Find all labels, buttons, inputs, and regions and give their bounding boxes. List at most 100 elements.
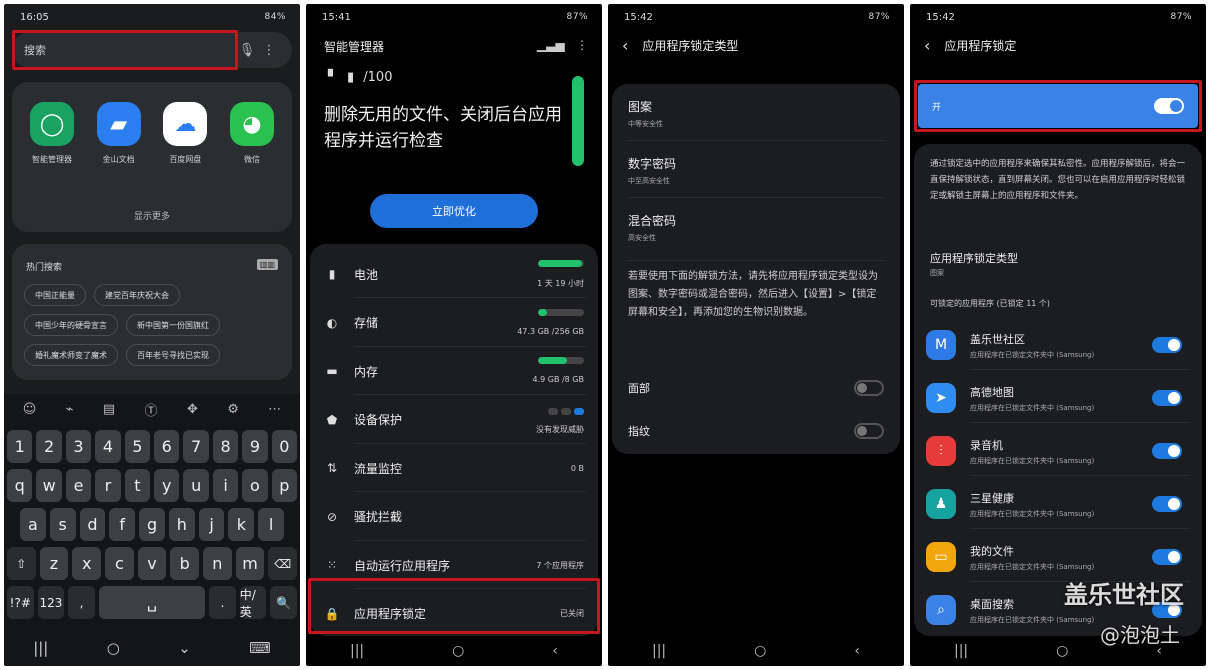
biometric-toggle-row[interactable]: 指纹 — [628, 421, 884, 441]
keyboard-tool-icon[interactable]: ⋯ — [268, 402, 281, 417]
biometric-toggle-row[interactable]: 面部 — [628, 378, 884, 398]
show-more-link[interactable]: 显示更多 — [12, 209, 292, 222]
key[interactable]: s — [49, 508, 76, 541]
key[interactable]: 0 — [271, 430, 298, 463]
lockable-app-row[interactable]: M 盖乐世社区 应用程序在已锁定文件夹中 (Samsung) — [926, 320, 1190, 370]
key[interactable]: 🔍 — [270, 586, 297, 619]
key[interactable]: 9 — [242, 430, 268, 463]
hot-search-chip[interactable]: 婚礼魔术师变了魔术 — [24, 344, 118, 366]
lock-type-title[interactable]: 应用程序锁定类型 — [930, 250, 1018, 266]
device-care-row[interactable]: ▮ 电池 1 天 19 小时 — [310, 250, 598, 298]
key[interactable]: w — [36, 469, 62, 502]
key[interactable]: m — [235, 547, 265, 580]
back-icon[interactable]: ‹ — [924, 36, 930, 55]
nav-button[interactable]: ||| — [652, 643, 666, 659]
device-care-row[interactable]: ⇅ 流量监控 0 B — [310, 444, 598, 492]
key[interactable]: 123 — [37, 586, 65, 619]
lockable-app-row[interactable]: ⫶ 录音机 应用程序在已锁定文件夹中 (Samsung) — [926, 426, 1190, 476]
app-shortcut[interactable]: ◕ 微信 — [220, 102, 284, 165]
key[interactable]: g — [139, 508, 165, 541]
toggle-switch[interactable] — [854, 423, 884, 439]
key[interactable]: !?# — [7, 586, 34, 619]
mic-icon[interactable]: 🎙 — [236, 43, 258, 58]
key[interactable]: 6 — [154, 430, 180, 463]
key[interactable]: o — [242, 469, 268, 502]
nav-button[interactable]: ⌨ — [249, 639, 271, 657]
key[interactable]: ⇧ — [7, 547, 36, 580]
key[interactable]: n — [203, 547, 232, 580]
nav-button[interactable]: ‹ — [854, 643, 860, 659]
hot-badge[interactable]: ▥▥ — [256, 259, 278, 270]
key[interactable]: . — [209, 586, 236, 619]
hot-search-chip[interactable]: 新中国第一份国旗红 — [126, 314, 220, 336]
keyboard-tool-icon[interactable]: ▤ — [103, 402, 115, 417]
key[interactable]: 1 — [7, 430, 33, 463]
nav-button[interactable]: ||| — [954, 643, 968, 659]
hot-search-chip[interactable]: 建党百年庆祝大会 — [94, 284, 180, 306]
keyboard-tool-icon[interactable]: Ⓣ — [145, 400, 158, 419]
device-care-row[interactable]: ◐ 存储 47.3 GB /256 GB — [310, 299, 598, 347]
key[interactable]: e — [65, 469, 92, 502]
app-lock-toggle[interactable] — [1152, 337, 1182, 353]
lock-type-option[interactable]: 混合密码 高安全性 — [628, 212, 884, 243]
key[interactable]: t — [124, 469, 151, 502]
device-care-row[interactable]: ▬ 内存 4.9 GB /8 GB — [310, 347, 598, 395]
keyboard-tool-icon[interactable]: ⚙ — [227, 402, 239, 417]
app-lock-toggle[interactable] — [1152, 549, 1182, 565]
key[interactable]: q — [7, 469, 33, 502]
nav-button[interactable]: ○ — [452, 643, 464, 659]
key[interactable]: 4 — [95, 430, 121, 463]
key[interactable]: f — [109, 508, 136, 541]
key[interactable]: , — [68, 586, 95, 619]
lockable-app-row[interactable]: ➤ 高德地图 应用程序在已锁定文件夹中 (Samsung) — [926, 373, 1190, 423]
app-shortcut[interactable]: ◯ 智能管理器 — [20, 102, 84, 165]
key[interactable]: 7 — [183, 430, 209, 463]
device-care-row[interactable]: ⬟ 设备保护 没有发现威胁 — [310, 396, 598, 444]
lockable-app-row[interactable]: ♟ 三星健康 应用程序在已锁定文件夹中 (Samsung) — [926, 479, 1190, 529]
key[interactable]: r — [95, 469, 121, 502]
app-lock-toggle[interactable] — [1152, 496, 1182, 512]
toggle-switch[interactable] — [854, 380, 884, 396]
nav-button[interactable]: ||| — [350, 643, 364, 659]
optimize-now-button[interactable]: 立即优化 — [370, 194, 538, 228]
key[interactable]: p — [271, 469, 298, 502]
nav-button[interactable]: ○ — [1056, 643, 1068, 659]
key[interactable]: d — [79, 508, 106, 541]
app-lock-toggle[interactable] — [1152, 390, 1182, 406]
key[interactable]: c — [105, 547, 134, 580]
nav-button[interactable]: ○ — [754, 643, 766, 659]
key[interactable]: l — [258, 508, 285, 541]
key[interactable]: k — [228, 508, 255, 541]
key[interactable]: 中/英 — [239, 586, 267, 619]
nav-button[interactable]: ||| — [33, 639, 48, 657]
keyboard-tool-icon[interactable]: ⌁ — [66, 402, 74, 417]
key[interactable]: 3 — [65, 430, 92, 463]
keyboard-tool-icon[interactable]: ☺ — [23, 402, 37, 417]
key[interactable]: v — [137, 547, 167, 580]
back-icon[interactable]: ‹ — [622, 36, 628, 55]
more-vertical-icon[interactable]: ⋮ — [258, 43, 280, 58]
nav-button[interactable]: ⌄ — [178, 639, 191, 657]
app-shortcut[interactable]: ▰ 金山文档 — [87, 102, 151, 165]
hot-search-chip[interactable]: 中国少年的硬骨宣言 — [24, 314, 118, 336]
key[interactable]: 5 — [124, 430, 151, 463]
hot-search-chip[interactable]: 中国正能量 — [24, 284, 86, 306]
nav-button[interactable]: ○ — [107, 639, 120, 657]
app-lock-toggle[interactable] — [1152, 443, 1182, 459]
lock-type-option[interactable]: 数字密码 中至高安全性 — [628, 155, 884, 186]
lock-type-option[interactable]: 图案 中等安全性 — [628, 98, 884, 129]
key[interactable]: ⌫ — [268, 547, 298, 580]
device-care-row[interactable]: ⊘ 骚扰拦截 — [310, 493, 598, 541]
more-vertical-icon[interactable]: ⋮ — [576, 38, 588, 52]
hot-search-chip[interactable]: 百年老号寻找已实现 — [126, 344, 220, 366]
key[interactable]: j — [198, 508, 225, 541]
key[interactable]: a — [20, 508, 46, 541]
signal-chart-icon[interactable]: ▁▃▅ — [537, 38, 565, 52]
key[interactable]: i — [212, 469, 239, 502]
key[interactable]: h — [168, 508, 195, 541]
key[interactable]: 8 — [212, 430, 239, 463]
key[interactable]: u — [183, 469, 209, 502]
keyboard-tool-icon[interactable]: ✥ — [187, 402, 198, 417]
key[interactable]: x — [72, 547, 102, 580]
key[interactable]: b — [170, 547, 200, 580]
